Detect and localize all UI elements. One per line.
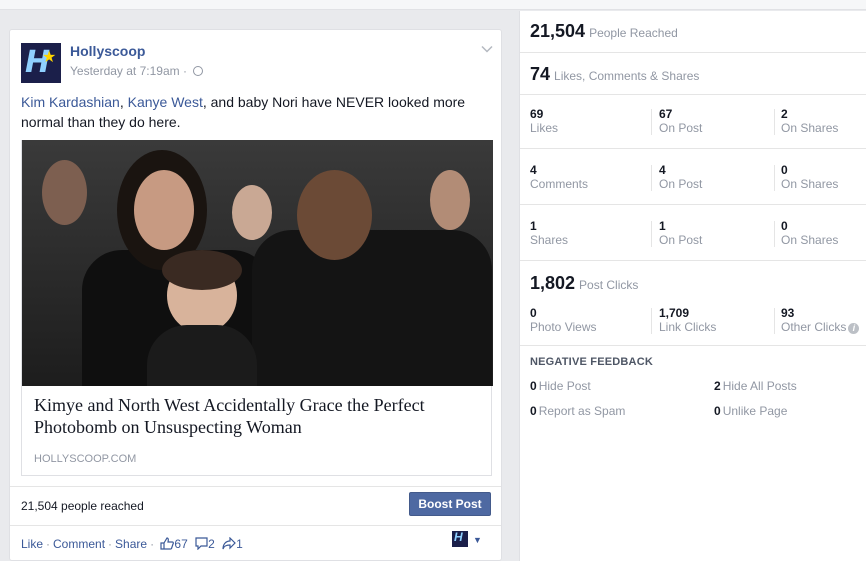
comment-icon[interactable] (195, 537, 208, 551)
comment-count[interactable]: 2 (208, 537, 215, 551)
action-bar: Like · Comment · Share · 67 2 1 (21, 536, 243, 551)
insights-panel: 21,504 People Reached 74 Likes, Comments &… (519, 11, 866, 561)
link-clicks-stat: 1,709 Link Clicks (659, 306, 717, 334)
info-icon[interactable]: i (848, 323, 860, 334)
link-title[interactable]: Kimye and North West Accidentally Grace … (34, 394, 484, 438)
post-card: H ★ Hollyscoop Yesterday at 7:19am · Kim… (9, 29, 502, 561)
link-domain: HOLLYSCOOP.COM (34, 453, 137, 465)
globe-icon[interactable] (193, 66, 204, 76)
link-attachment[interactable]: Kimye and North West Accidentally Grace … (21, 140, 493, 476)
shares-on-post-stat: 1 On Post (659, 219, 703, 247)
likes-stat: 69 Likes (530, 107, 559, 135)
mention-kanye-west[interactable]: Kanye West (128, 94, 203, 110)
like-count[interactable]: 67 (174, 537, 187, 551)
report-spam-stat: 0 Report as Spam (530, 404, 626, 418)
divider (10, 486, 501, 487)
engagement-total: 74 Likes, Comments & Shares (530, 64, 700, 84)
unlike-page-stat: 0 Unlike Page (714, 404, 788, 418)
star-icon: ★ (42, 49, 57, 66)
hide-post-stat: 0 Hide Post (530, 379, 591, 393)
page-avatar[interactable]: H ★ (21, 43, 61, 83)
share-link[interactable]: Share (115, 537, 147, 551)
page-identity-switch[interactable]: H (452, 530, 468, 547)
photo-views-stat: 0 Photo Views (530, 306, 597, 334)
shares-on-shares-stat: 0 On Shares (781, 219, 839, 247)
like-icon[interactable] (160, 537, 175, 551)
comment-link[interactable]: Comment (53, 537, 105, 551)
like-link[interactable]: Like (21, 537, 43, 551)
caret-down-icon[interactable]: ▼ (473, 535, 482, 545)
divider (10, 525, 501, 526)
likes-on-shares-stat: 2 On Shares (781, 107, 839, 135)
top-strip (0, 0, 866, 10)
shares-stat: 1 Shares (530, 219, 569, 247)
share-count[interactable]: 1 (236, 537, 243, 551)
comments-on-shares-stat: 0 On Shares (781, 163, 839, 191)
reach-text[interactable]: 21,504 people reached (21, 499, 144, 513)
hide-all-posts-stat: 2 Hide All Posts (714, 379, 797, 393)
mention-kim-kardashian[interactable]: Kim Kardashian (21, 94, 120, 110)
post-clicks: 1,802 Post Clicks (530, 273, 639, 293)
share-icon[interactable] (222, 536, 236, 551)
post-timestamp[interactable]: Yesterday at 7:19am (70, 64, 180, 78)
comments-on-post-stat: 4 On Post (659, 163, 703, 191)
people-reached: 21,504 People Reached (530, 21, 678, 41)
post-header: H ★ Hollyscoop Yesterday at 7:19am · (21, 42, 494, 83)
negative-feedback-heading: NEGATIVE FEEDBACK (530, 356, 653, 368)
post-text: Kim Kardashian, Kanye West, and baby Nor… (21, 94, 466, 130)
boost-post-button[interactable]: Boost Post (409, 492, 491, 516)
comments-stat: 4 Comments (530, 163, 589, 191)
page-name[interactable]: Hollyscoop (70, 43, 145, 59)
post-meta: Yesterday at 7:19am · (70, 64, 204, 78)
chevron-down-icon[interactable] (480, 42, 494, 56)
link-photo[interactable] (22, 140, 493, 386)
other-clicks-stat: 93 Other Clicks i (781, 306, 866, 334)
likes-on-post-stat: 67 On Post (659, 107, 703, 135)
